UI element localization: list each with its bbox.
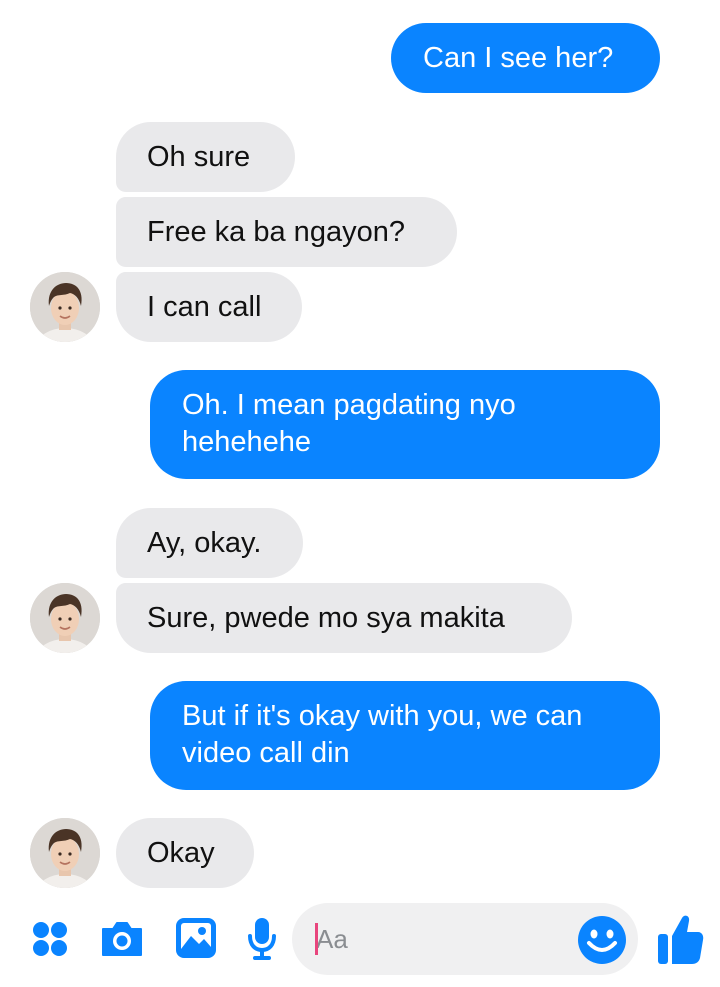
thumbs-up-icon[interactable] — [655, 911, 705, 967]
avatar-portrait-icon — [30, 818, 100, 888]
message-composer — [0, 895, 720, 987]
contact-avatar[interactable] — [30, 583, 100, 653]
message-text: I can call — [147, 290, 262, 323]
camera-icon[interactable] — [98, 917, 146, 961]
contact-avatar[interactable] — [30, 272, 100, 342]
message-text: But if it's okay with you, we can video … — [182, 700, 583, 769]
image-icon[interactable] — [173, 915, 219, 961]
message-bubble-incoming[interactable]: I can call — [116, 272, 302, 342]
contact-avatar[interactable] — [30, 818, 100, 888]
avatar-portrait-icon — [30, 272, 100, 342]
message-text: Oh. I mean pagdating nyo hehehehe — [182, 389, 516, 458]
message-bubble-incoming[interactable]: Okay — [116, 818, 254, 888]
message-bubble-outgoing[interactable]: Oh. I mean pagdating nyo hehehehe — [150, 370, 660, 479]
message-input-box[interactable] — [292, 903, 638, 975]
message-bubble-incoming[interactable]: Free ka ba ngayon? — [116, 197, 457, 267]
text-cursor — [315, 923, 318, 955]
message-bubble-outgoing[interactable]: But if it's okay with you, we can video … — [150, 681, 660, 790]
microphone-icon[interactable] — [245, 915, 279, 963]
menu-dots-icon[interactable] — [28, 917, 72, 961]
message-text: Can I see her? — [423, 41, 614, 74]
avatar-portrait-icon — [30, 583, 100, 653]
message-text: Okay — [147, 836, 215, 869]
message-bubble-incoming[interactable]: Ay, okay. — [116, 508, 303, 578]
message-text: Ay, okay. — [147, 526, 262, 559]
message-text: Sure, pwede mo sya makita — [147, 601, 505, 634]
message-text: Free ka ba ngayon? — [147, 215, 405, 248]
message-bubble-incoming[interactable]: Oh sure — [116, 122, 295, 192]
message-bubble-incoming[interactable]: Sure, pwede mo sya makita — [116, 583, 572, 653]
emoji-icon[interactable] — [576, 914, 628, 966]
message-input[interactable] — [316, 921, 556, 957]
message-text: Oh sure — [147, 140, 251, 173]
message-bubble-outgoing[interactable]: Can I see her? — [391, 23, 660, 93]
